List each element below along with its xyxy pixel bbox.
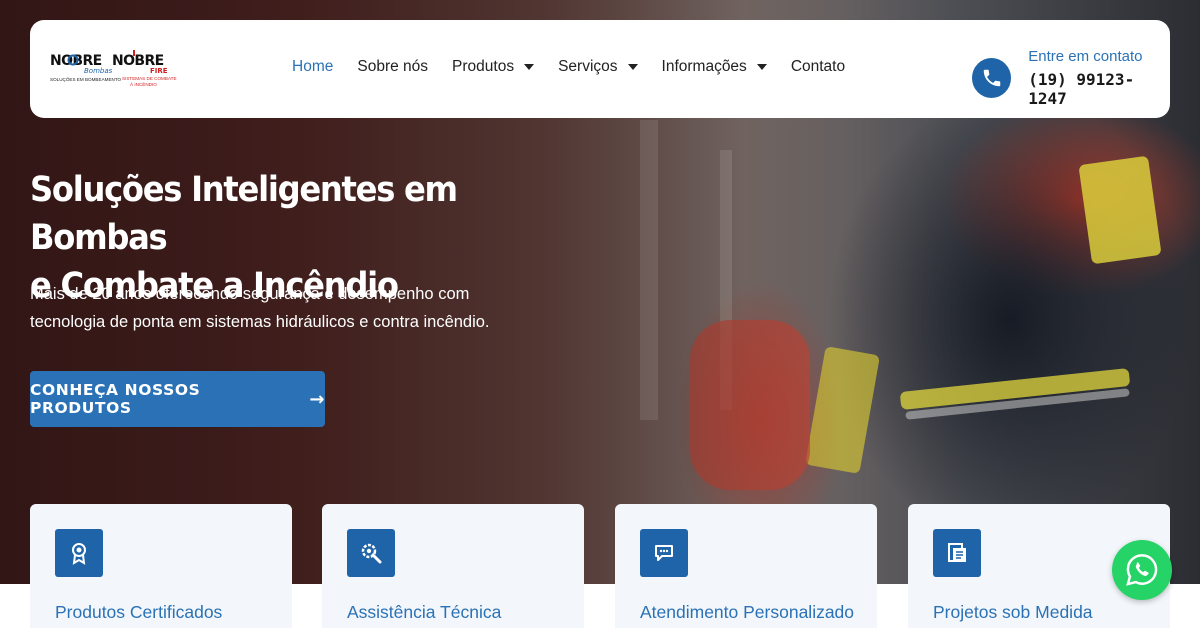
nav-item-servicos[interactable]: Serviços (558, 58, 638, 76)
svg-text:SOLUÇÕES EM BOMBEAMENTO: SOLUÇÕES EM BOMBEAMENTO (50, 76, 122, 82)
nav-item-label: Sobre nós (357, 58, 429, 75)
arrow-right-icon: → (309, 388, 325, 410)
nav-item-label: Serviços (558, 58, 618, 75)
contact-phone[interactable]: (19) 99123-1247 (1028, 70, 1170, 108)
phone-icon (972, 58, 1012, 98)
header-contact[interactable]: Entre em contato (19) 99123-1247 (972, 48, 1170, 108)
feature-card-assistencia[interactable]: Assistência Técnica (322, 504, 584, 628)
nav-item-label: Produtos (452, 58, 515, 75)
contact-text: Entre em contato (19) 99123-1247 (1028, 48, 1170, 108)
hero-title-line1: Soluções Inteligentes em Bombas (30, 170, 458, 258)
main-nav: Home Sobre nós Produtos Serviços Informa… (292, 58, 869, 76)
nav-item-contato[interactable]: Contato (791, 58, 845, 76)
products-cta-button[interactable]: CONHEÇA NOSSOS PRODUTOS → (30, 371, 325, 427)
svg-text:SISTEMAS DE COMBATE: SISTEMAS DE COMBATE (122, 76, 177, 81)
feature-title: Projetos sob Medida (933, 602, 1093, 622)
feature-title: Assistência Técnica (347, 602, 502, 622)
hero-subtitle-line1: Mais de 20 anos oferecendo segurança e d… (30, 285, 470, 303)
blueprint-icon (933, 529, 981, 577)
whatsapp-button[interactable] (1112, 540, 1172, 600)
svg-text:À INCÊNDIO: À INCÊNDIO (130, 80, 157, 87)
site-header: NOBRE Bombas SOLUÇÕES EM BOMBEAMENTO NOB… (30, 20, 1170, 118)
feature-card-atendimento[interactable]: Atendimento Personalizado (615, 504, 877, 628)
nav-item-sobre-nos[interactable]: Sobre nós (357, 58, 428, 76)
feature-title: Produtos Certificados (55, 602, 223, 622)
caret-down-icon (524, 64, 535, 70)
nav-item-label: Informações (661, 58, 747, 75)
feature-title: Atendimento Personalizado (640, 602, 855, 622)
certificate-icon (55, 529, 103, 577)
hero-subtitle-line2: tecnologia de ponta em sistemas hidráuli… (30, 313, 490, 331)
svg-text:FIRE: FIRE (150, 67, 168, 75)
cta-label: CONHEÇA NOSSOS PRODUTOS (30, 381, 201, 417)
logo-graphic: NOBRE Bombas SOLUÇÕES EM BOMBEAMENTO NOB… (50, 50, 177, 87)
chat-icon (640, 529, 688, 577)
svg-text:Bombas: Bombas (84, 67, 113, 75)
contact-label: Entre em contato (1028, 48, 1143, 65)
feature-card-certificados[interactable]: Produtos Certificados (30, 504, 292, 628)
caret-down-icon (756, 64, 767, 70)
company-logo[interactable]: NOBRE Bombas SOLUÇÕES EM BOMBEAMENTO NOB… (50, 48, 180, 90)
whatsapp-icon (1126, 554, 1158, 586)
nav-item-produtos[interactable]: Produtos (452, 58, 535, 76)
caret-down-icon (627, 64, 638, 70)
hero-subtitle: Mais de 20 anos oferecendo segurança e d… (30, 280, 530, 336)
gear-wrench-icon (347, 529, 395, 577)
nav-item-label: Home (292, 58, 334, 75)
nav-item-home[interactable]: Home (292, 58, 333, 76)
nav-item-informacoes[interactable]: Informações (662, 58, 767, 76)
nav-item-label: Contato (790, 58, 846, 75)
